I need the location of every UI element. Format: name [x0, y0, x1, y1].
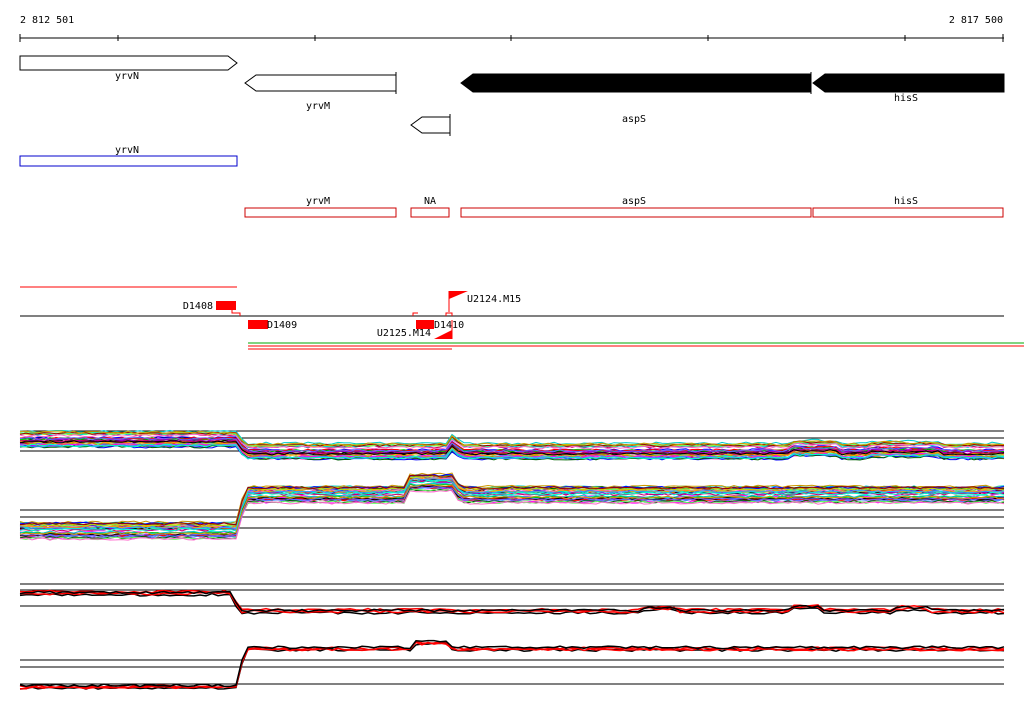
signal-traces-forward	[19, 429, 1005, 461]
gene-label-aspS: aspS	[622, 114, 646, 125]
signal-traces-reverse	[19, 472, 1005, 541]
feature-flag-U2124[interactable]	[449, 291, 468, 299]
feature-flag-U2125[interactable]	[434, 330, 452, 339]
feature-label-U2125: U2125.M14	[377, 328, 431, 339]
summary-traces-reverse	[19, 639, 1005, 690]
feature-block-D1409[interactable]	[248, 320, 268, 329]
annotation-label-NA: NA	[424, 196, 436, 207]
annotation-box-aspS[interactable]	[460, 207, 812, 218]
annotation-label-aspS: aspS	[622, 196, 646, 207]
feature-label-D1410: D1410	[434, 320, 464, 331]
annotation-box-hisS[interactable]	[812, 207, 1004, 218]
genome-browser-view: 2 812 501 2 817 500 yrvN yrvM aspS hisS …	[19, 15, 1024, 690]
annotation-track-blue: yrvN	[19, 145, 238, 167]
feature-label-D1409: D1409	[267, 320, 297, 331]
feature-track: D1408 D1409 U2124.M15 D1410 U2125.M14	[20, 286, 1024, 350]
gene-arrow-aspS[interactable]	[460, 73, 812, 93]
feature-bracket	[231, 310, 241, 316]
annotation-box-yrvM[interactable]	[244, 207, 397, 218]
gene-arrow-track: yrvN yrvM aspS hisS	[19, 55, 1005, 136]
annotation-label-yrvN: yrvN	[115, 145, 139, 156]
signal-trace	[19, 639, 1005, 688]
annotation-label-yrvM: yrvM	[306, 196, 330, 207]
axis-start-label: 2 812 501	[20, 15, 74, 26]
gene-arrow-hisS[interactable]	[812, 73, 1005, 93]
expression-panel-summary	[19, 583, 1005, 690]
gene-label-yrvM: yrvM	[306, 101, 330, 112]
annotation-track-red: yrvM NA aspS hisS	[244, 196, 1004, 218]
feature-label-U2124: U2124.M15	[467, 294, 521, 305]
gene-arrow-small-orf[interactable]	[410, 116, 451, 134]
gene-arrow-yrvN[interactable]	[19, 55, 238, 71]
annotation-label-hisS: hisS	[894, 196, 918, 207]
summary-traces-forward	[19, 589, 1005, 615]
coordinate-axis: 2 812 501 2 817 500	[19, 15, 1004, 42]
gene-label-hisS: hisS	[894, 93, 918, 104]
gene-arrow-yrvM[interactable]	[244, 74, 397, 92]
annotation-box-NA[interactable]	[410, 207, 450, 218]
feature-label-D1408: D1408	[183, 301, 213, 312]
feature-block-D1408[interactable]	[216, 301, 236, 310]
expression-panel-all-conditions	[19, 429, 1005, 541]
axis-end-label: 2 817 500	[949, 15, 1003, 26]
annotation-box-yrvN[interactable]	[19, 155, 238, 167]
gene-label-yrvN: yrvN	[115, 71, 139, 82]
